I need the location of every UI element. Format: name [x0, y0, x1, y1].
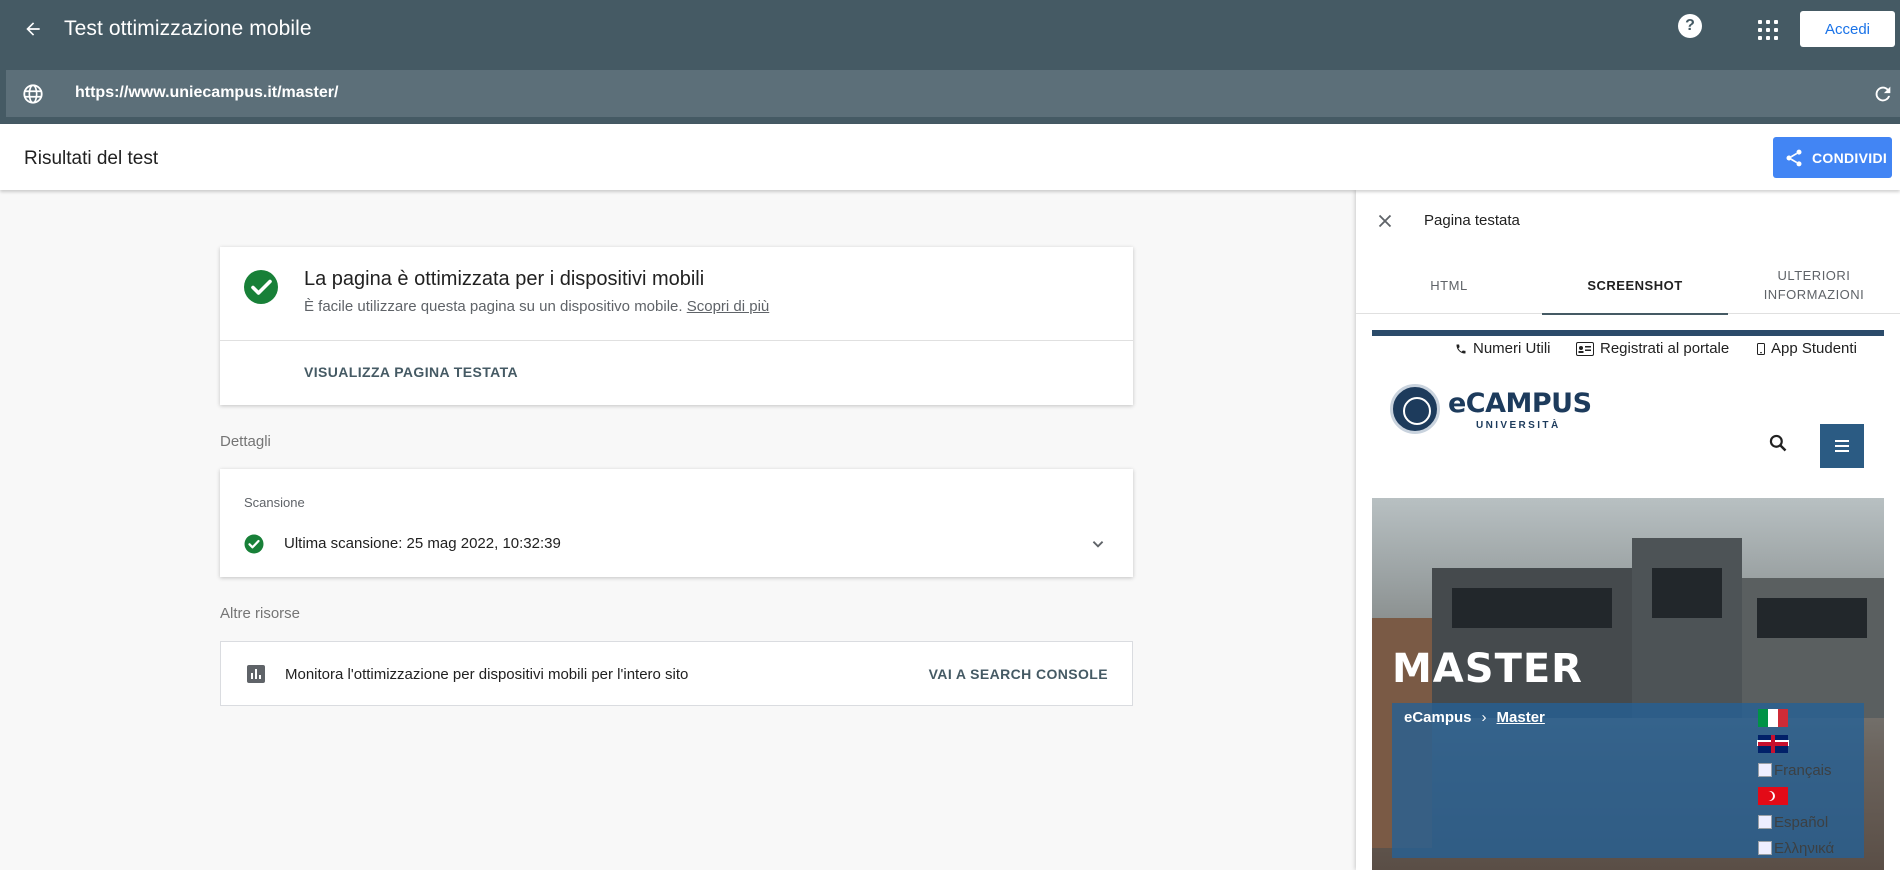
flag-greek-broken: Ελληνικά [1758, 839, 1858, 857]
hero-building-shape [1632, 538, 1742, 718]
top-app-bar: Test ottimizzazione mobile ? Accedi http… [0, 0, 1900, 124]
reload-icon[interactable] [1872, 83, 1894, 105]
title-row: Test ottimizzazione mobile ? Accedi [0, 0, 1900, 58]
site-top-bar [1372, 330, 1884, 336]
breadcrumb-separator: › [1481, 709, 1487, 726]
search-console-card: Monitora l'ottimizzazione per dispositiv… [220, 641, 1133, 706]
resources-text: Monitora l'ottimizzazione per dispositiv… [285, 666, 689, 683]
panel-tabs: HTML SCREENSHOT ULTERIORI INFORMAZIONI [1356, 256, 1900, 315]
share-icon [1786, 149, 1802, 166]
hamburger-menu-icon [1820, 424, 1864, 468]
phone-icon [1456, 344, 1466, 353]
flag-italy-icon [1758, 709, 1788, 727]
site-breadcrumb: eCampus › Master [1404, 709, 1545, 726]
results-header: Risultati del test CONDIVIDI [0, 124, 1900, 190]
help-icon[interactable]: ? [1678, 14, 1702, 38]
logo-wordmark: eCAMPUS [1448, 388, 1592, 419]
flag-french-broken: Français [1758, 761, 1858, 779]
search-console-link[interactable]: VAI A SEARCH CONSOLE [929, 666, 1108, 682]
hero-window-shape [1452, 588, 1612, 628]
hero-window-shape [1652, 568, 1722, 618]
site-link-register: Registrati al portale [1576, 340, 1729, 357]
language-alt-label: Français [1774, 761, 1832, 779]
bar-chart-icon [247, 665, 265, 683]
id-card-icon [1576, 341, 1594, 356]
globe-icon [23, 84, 43, 104]
hero-overlay-box: eCampus › Master Français Español Ελληνι… [1392, 703, 1864, 858]
site-link-label: App Studenti [1771, 340, 1857, 357]
logo-emblem [1390, 384, 1440, 434]
status-subtitle: È facile utilizzare questa pagina su un … [304, 298, 769, 315]
signin-button[interactable]: Accedi [1800, 11, 1895, 47]
scan-card[interactable]: Scansione Ultima scansione: 25 mag 2022,… [220, 469, 1133, 577]
details-section-label: Dettagli [220, 433, 271, 450]
tab-screenshot[interactable]: SCREENSHOT [1542, 256, 1728, 315]
hero-title: MASTER [1392, 646, 1583, 692]
search-icon [1769, 434, 1787, 452]
language-alt-label: Español [1774, 813, 1829, 831]
site-link-label: Registrati al portale [1600, 340, 1730, 357]
tab-more-info[interactable]: ULTERIORI INFORMAZIONI [1728, 256, 1900, 314]
learn-more-link[interactable]: Scopri di più [687, 298, 770, 315]
last-scan-text: Ultima scansione: 25 mag 2022, 10:32:39 [284, 535, 561, 552]
resources-section-label: Altre risorse [220, 605, 301, 622]
flag-turkey-icon [1758, 787, 1788, 805]
ecampus-logo: eCAMPUS UNIVERSITÀ [1390, 384, 1592, 436]
site-link-student-app: App Studenti [1757, 340, 1857, 357]
broken-image-icon [1758, 841, 1772, 855]
arrow-back-icon [26, 22, 40, 36]
close-icon[interactable] [1374, 210, 1396, 232]
hero-image: MASTER eCampus › Master Français Español… [1372, 498, 1884, 870]
breadcrumb-current: Master [1496, 709, 1545, 726]
mobile-phone-icon [1757, 342, 1765, 355]
site-link-label: Numeri Utili [1473, 340, 1551, 357]
mobile-friendly-status-card: La pagina è ottimizzata per i dispositiv… [220, 247, 1133, 405]
scan-label: Scansione [244, 495, 305, 510]
language-alt-label: Ελληνικά [1774, 839, 1835, 857]
check-circle-icon [244, 534, 264, 554]
share-label: CONDIVIDI [1812, 149, 1888, 166]
tested-page-panel: Pagina testata HTML SCREENSHOT ULTERIORI… [1356, 190, 1900, 870]
share-button[interactable]: CONDIVIDI [1773, 137, 1892, 178]
tab-more-info-label: ULTERIORI INFORMAZIONI [1763, 268, 1865, 302]
view-tested-page-link[interactable]: VISUALIZZA PAGINA TESTATA [304, 364, 518, 380]
hero-window-shape [1757, 598, 1867, 638]
page-screenshot: Numeri Utili Registrati al portale App S… [1372, 330, 1884, 870]
tab-html[interactable]: HTML [1356, 256, 1542, 314]
url-bar[interactable]: https://www.uniecampus.it/master/ [6, 70, 1900, 117]
site-link-useful-numbers: Numeri Utili [1455, 340, 1551, 357]
logo-subtitle: UNIVERSITÀ [1476, 420, 1561, 431]
app-title: Test ottimizzazione mobile [64, 17, 312, 40]
site-utility-links: Numeri Utili Registrati al portale App S… [1372, 340, 1884, 362]
language-flags: Français Español Ελληνικά [1758, 709, 1858, 865]
check-circle-icon [244, 270, 278, 304]
breadcrumb-home: eCampus [1404, 709, 1472, 726]
url-text[interactable]: https://www.uniecampus.it/master/ [75, 84, 338, 102]
chevron-down-icon[interactable] [1087, 533, 1109, 555]
flag-spanish-broken: Español [1758, 813, 1858, 831]
status-title: La pagina è ottimizzata per i dispositiv… [304, 268, 705, 290]
broken-image-icon [1758, 763, 1772, 777]
results-title: Risultati del test [24, 148, 159, 169]
back-button[interactable] [18, 14, 48, 44]
flag-uk-icon [1758, 735, 1788, 753]
apps-grid-icon[interactable] [1756, 18, 1778, 40]
status-subtitle-text: È facile utilizzare questa pagina su un … [304, 298, 683, 315]
panel-title: Pagina testata [1424, 212, 1520, 229]
broken-image-icon [1758, 815, 1772, 829]
card-divider [220, 340, 1133, 341]
